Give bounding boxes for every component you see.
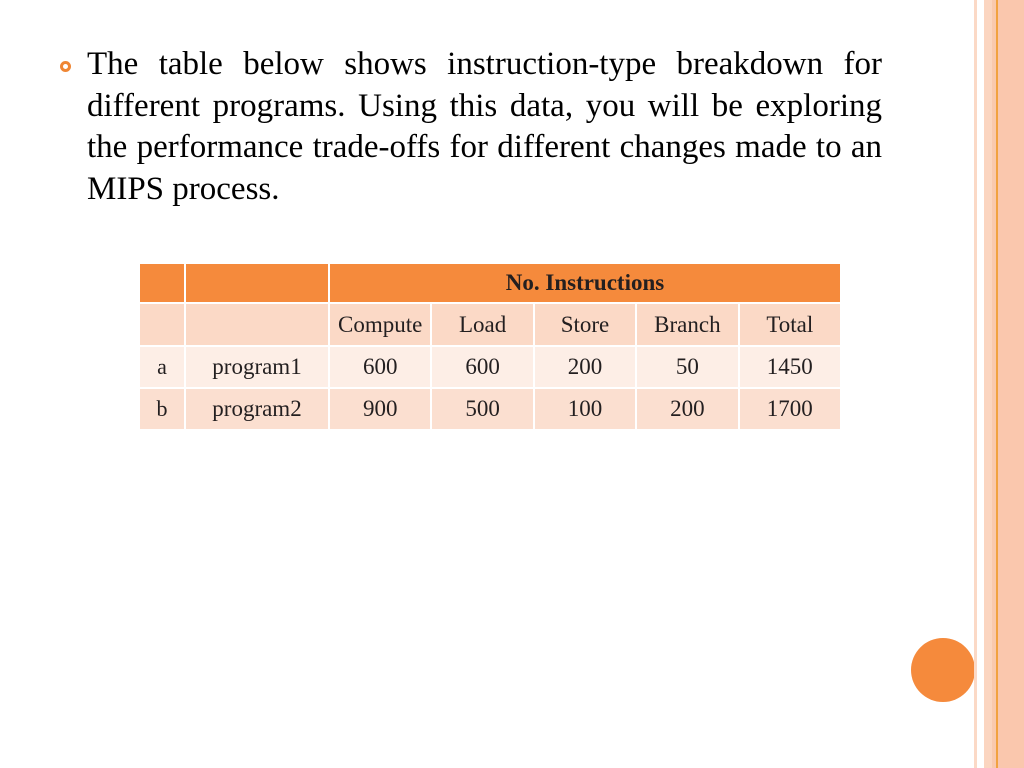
cell-compute: 600 <box>330 347 431 387</box>
cell-branch: 50 <box>637 347 738 387</box>
colheader-store: Store <box>534 304 636 345</box>
bullet-ring-icon <box>60 61 71 72</box>
colheader-program <box>186 304 328 345</box>
stripe-3 <box>992 0 996 768</box>
stripe-2 <box>984 0 992 768</box>
stripe-5 <box>998 0 1024 768</box>
cell-compute: 900 <box>330 389 431 429</box>
colheader-load: Load <box>432 304 533 345</box>
bullet-item-text: The table below shows instruction-type b… <box>87 46 882 207</box>
cell-total: 1700 <box>739 389 840 429</box>
colheader-compute: Compute <box>330 304 431 345</box>
cell-program-name: program2 <box>186 389 328 429</box>
table-row: b program2 900 500 100 200 1700 <box>140 389 840 429</box>
cell-row-label: b <box>140 389 184 429</box>
cell-program-name: program1 <box>186 347 328 387</box>
slide-canvas: The table below shows instruction-type b… <box>0 0 1024 768</box>
table-group-header-row: No. Instructions <box>140 264 840 302</box>
table: No. Instructions Compute Load Store Bran… <box>138 262 842 431</box>
header-blank-rowlabel <box>140 264 184 302</box>
stripe-1 <box>974 0 977 768</box>
body-content: The table below shows instruction-type b… <box>60 44 882 210</box>
cell-store: 100 <box>534 389 636 429</box>
cell-store: 200 <box>534 347 636 387</box>
stripe-4 <box>996 0 998 768</box>
table-column-header-row: Compute Load Store Branch Total <box>140 304 840 345</box>
table-row: a program1 600 600 200 50 1450 <box>140 347 840 387</box>
bullet-list-item: The table below shows instruction-type b… <box>60 44 882 210</box>
header-blank-program <box>186 264 328 302</box>
cell-load: 500 <box>432 389 533 429</box>
header-no-instructions: No. Instructions <box>330 264 840 302</box>
colheader-rowlabel <box>140 304 184 345</box>
colheader-total: Total <box>739 304 840 345</box>
instruction-breakdown-table: No. Instructions Compute Load Store Bran… <box>140 264 844 429</box>
cell-branch: 200 <box>637 389 738 429</box>
colheader-branch: Branch <box>637 304 738 345</box>
cell-total: 1450 <box>739 347 840 387</box>
cell-load: 600 <box>432 347 533 387</box>
decorative-circle <box>911 638 975 702</box>
cell-row-label: a <box>140 347 184 387</box>
